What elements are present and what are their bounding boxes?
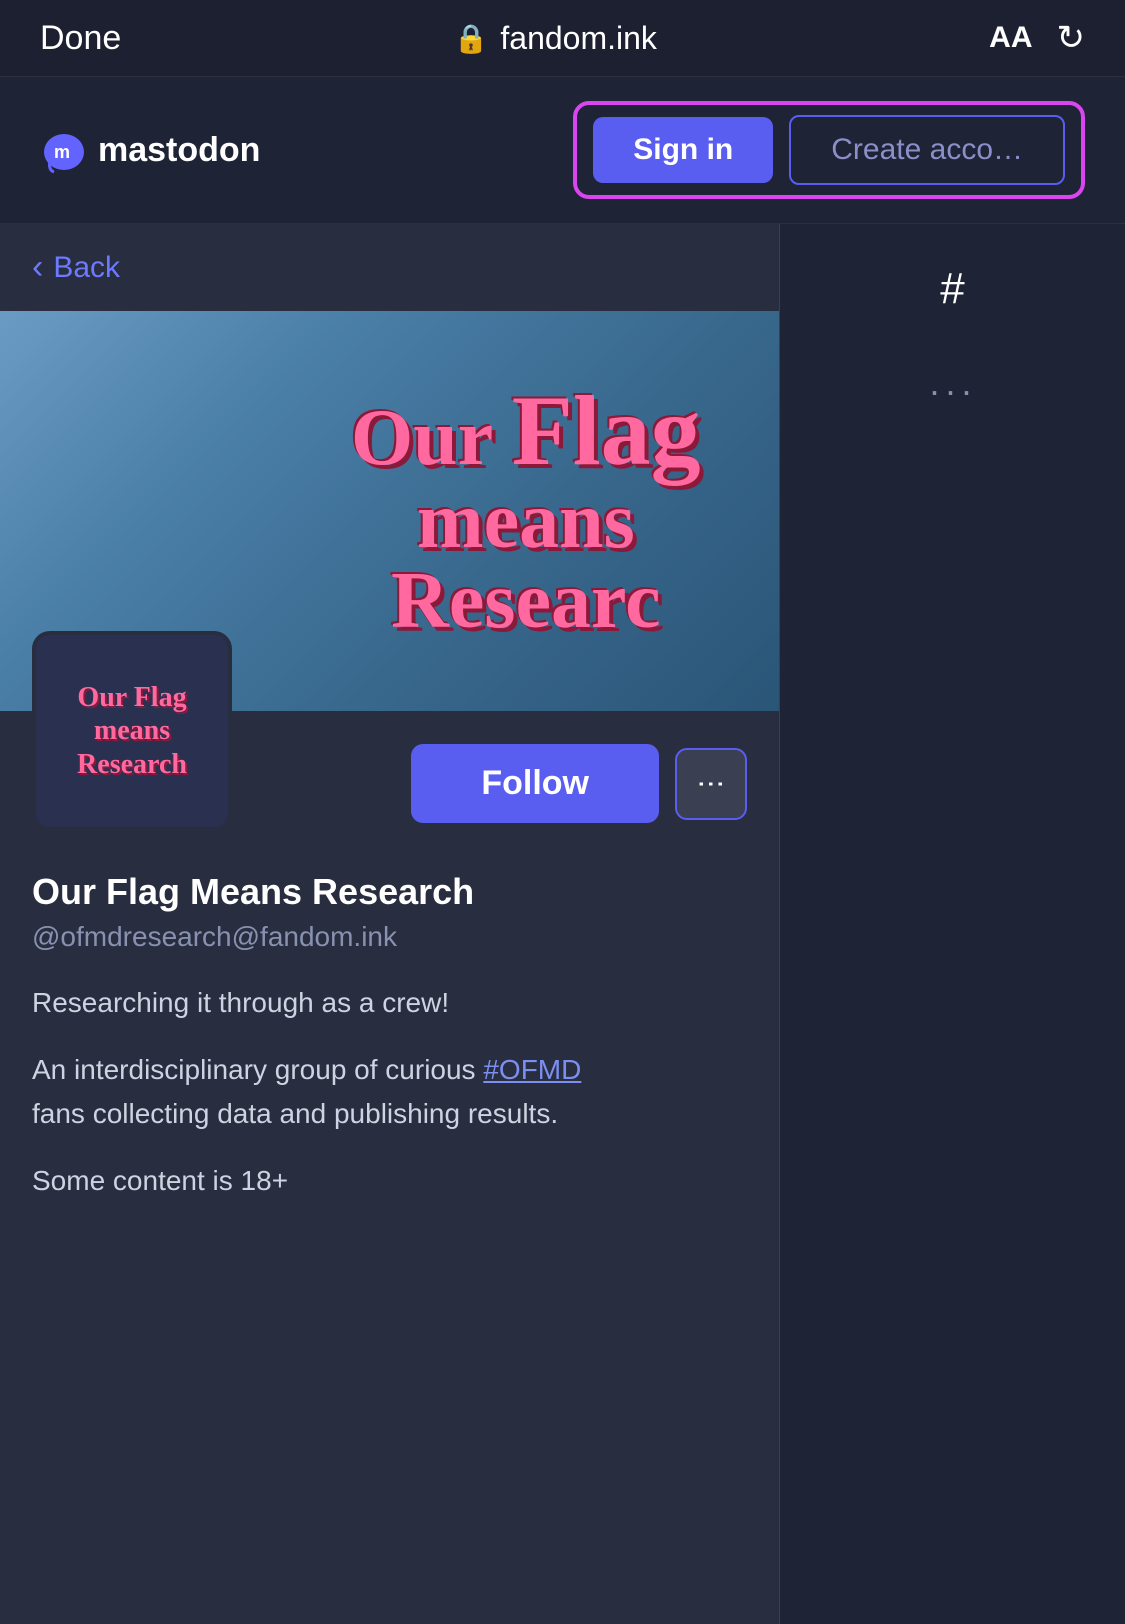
back-label: Back [53,251,120,285]
bio-line1: Researching it through as a crew! [32,981,747,1024]
ofmd-hashtag-link[interactable]: #OFMD [483,1054,581,1085]
mastodon-logo-icon: m [40,126,88,174]
profile-handle: @ofmdresearch@fandom.ink [32,921,747,953]
profile-info: Our Flag Means Research @ofmdresearch@fa… [0,847,779,1251]
lock-icon: 🔒 [454,22,489,55]
right-panel: # ··· [780,224,1125,1624]
content-area: ‹ Back Our Flag means Researc Our Flagme… [0,224,1125,1624]
hashtag-icon: # [924,248,980,330]
browser-controls: AA ↻ [989,18,1085,58]
back-button[interactable]: ‹ Back [32,248,120,287]
right-panel-more-icon[interactable]: ··· [929,370,977,412]
more-options-button[interactable]: ⋮ [675,748,747,820]
profile-avatar-row: Our FlagmeansResearch Follow ⋮ [0,631,779,847]
chevron-left-icon: ‹ [32,248,43,287]
create-account-button[interactable]: Create acco… [789,115,1065,185]
banner-line2: means [417,477,635,565]
profile-bio: Researching it through as a crew! An int… [32,981,747,1203]
mastodon-navbar: m mastodon Sign in Create acco… [0,77,1125,224]
reload-button[interactable]: ↻ [1057,18,1086,58]
url-bar: 🔒 fandom.ink [454,20,657,57]
bio-line2: An interdisciplinary group of curious #O… [32,1048,747,1135]
profile-avatar: Our FlagmeansResearch [32,631,232,831]
url-text: fandom.ink [500,20,657,57]
bio-line2-prefix: An interdisciplinary group of curious [32,1054,483,1085]
profile-panel: ‹ Back Our Flag means Researc Our Flagme… [0,224,780,1624]
vertical-dots-icon: ⋮ [697,770,725,798]
mastodon-logo-text: mastodon [98,131,260,170]
bio-line3: Some content is 18+ [32,1159,747,1202]
svg-text:m: m [54,142,70,162]
text-size-button[interactable]: AA [989,21,1032,55]
banner-title: Our Flag means Researc [351,381,701,641]
signin-button[interactable]: Sign in [593,117,773,183]
profile-topbar: ‹ Back [0,224,779,311]
profile-actions: Follow ⋮ [411,744,747,831]
avatar-text: Our FlagmeansResearch [69,673,195,790]
done-button[interactable]: Done [40,19,121,58]
mastodon-logo: m mastodon [40,126,260,174]
follow-button[interactable]: Follow [411,744,659,823]
browser-chrome: Done 🔒 fandom.ink AA ↻ [0,0,1125,77]
profile-name: Our Flag Means Research [32,871,747,913]
auth-buttons-group: Sign in Create acco… [573,101,1085,199]
banner-line1: Our Flag [351,394,701,482]
